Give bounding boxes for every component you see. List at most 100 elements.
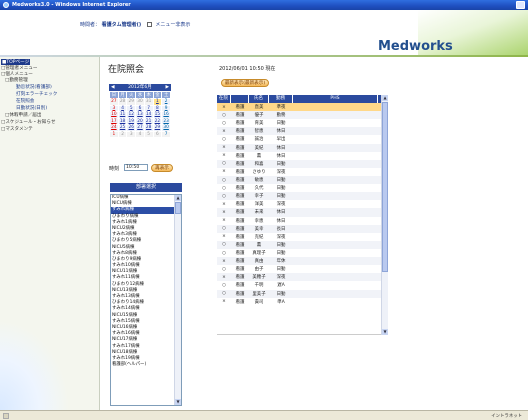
surname-cell: 看護: [235, 234, 245, 240]
table-scroll-down-icon[interactable]: ▼: [382, 329, 388, 335]
table-row[interactable]: ○ 看護 里美子 日勤: [217, 289, 388, 298]
time-input[interactable]: 10:50: [124, 164, 148, 171]
surname-cell: 看護: [235, 202, 245, 208]
next-month-icon[interactable]: ▶: [165, 84, 169, 91]
table-row[interactable]: × 看護 美紀 休日: [217, 143, 388, 152]
surname-cell: 看護: [235, 194, 245, 200]
calendar-day[interactable]: 6: [152, 130, 163, 138]
table-row[interactable]: × 看護 克紀 深夜: [217, 233, 388, 241]
shift-cell: 休日: [276, 145, 286, 151]
table-row[interactable]: ○ 看護 真理子 日勤: [217, 249, 388, 257]
scroll-up-icon[interactable]: ▲: [175, 195, 181, 201]
table-row[interactable]: ○ 看護 美幸 長日: [217, 224, 388, 233]
shift-cell: 準A: [277, 299, 285, 305]
presence-cell: ×: [222, 299, 226, 305]
presence-cell: ○: [222, 282, 226, 288]
ward-option[interactable]: 看護部(ヘルパー): [111, 362, 181, 368]
table-row[interactable]: × 看護 貴司 準A: [217, 298, 388, 306]
table-scroll-thumb[interactable]: [382, 102, 388, 272]
table-row[interactable]: ○ 看護 久代 日勤: [217, 184, 388, 192]
table-row[interactable]: ○ 看護 誠治 早出: [217, 135, 388, 143]
surname-cell: 看護: [235, 291, 245, 297]
table-scroll-up-icon[interactable]: ▲: [382, 95, 388, 101]
redisplay-button[interactable]: 再表示: [151, 164, 173, 172]
given-name-cell: 幸子: [254, 194, 264, 200]
surname-cell: 看護: [235, 145, 245, 151]
surname-cell: 看護: [235, 186, 245, 192]
table-row[interactable]: × 看護 さゆり 深夜: [217, 168, 388, 176]
col-phs: PHS: [293, 95, 378, 103]
shift-cell: 深夜: [276, 202, 286, 208]
calendar-header: ◀ 2012年6月 ▶: [109, 84, 171, 91]
shift-cell: 早出: [276, 137, 286, 143]
refresh-button[interactable]: 最新表示(最新表示): [221, 79, 269, 87]
given-name-cell: 未来: [254, 210, 264, 216]
sidebar-item-attendance-status[interactable]: 勤怠状況(看護部): [16, 84, 52, 90]
given-name-cell: 薫: [256, 242, 262, 248]
calendar-day[interactable]: 17: [109, 117, 119, 125]
weekday-header: 水: [135, 91, 145, 99]
table-row[interactable]: ○ 看護 幸子 日勤: [217, 192, 388, 201]
ward-list[interactable]: ICU病棟 NICU病棟 すみれ病棟 ひまわり病棟 すみれ1病棟 NICU2病棟 すみれ3病…: [110, 194, 182, 406]
sidebar-item-presence-inquiry[interactable]: 在院照会: [16, 98, 34, 104]
menu-toggle-label[interactable]: メニュー非表示: [155, 22, 190, 28]
table-row[interactable]: ○ 看護 育美 日勤: [217, 119, 388, 127]
sidebar-item-schedule[interactable]: □スケジュール・お知らせ: [1, 119, 55, 125]
table-row[interactable]: × 看護 智恵 休日: [217, 127, 388, 136]
sidebar-item-stamp-error-check[interactable]: 打刻エラーチェック: [16, 91, 57, 97]
sidebar-item-master[interactable]: □マスタメンテ: [1, 126, 33, 132]
surname-cell: 看護: [235, 129, 245, 135]
menu-toggle-checkbox[interactable]: [146, 22, 152, 27]
sidebar-item-attendance[interactable]: □勤務管理: [5, 77, 28, 83]
shift-cell: 日勤: [276, 251, 286, 257]
table-row[interactable]: × 看護 美穂子 深夜: [217, 273, 388, 282]
given-name-cell: 真理子: [252, 251, 266, 257]
shift-cell: 長日: [276, 226, 286, 232]
staff-table-body: × 看護 直美 準夜 ○ 看護 優子 勤務 ○ 看護 育美 日勤 × 看護 智恵 休日 ○ 看護 誠治 早出 × 看護 美紀…: [217, 103, 388, 335]
calendar-day[interactable]: 3: [126, 130, 137, 138]
table-row[interactable]: × 看護 幸恵 休日: [217, 217, 388, 225]
weekday-header: 土: [161, 91, 171, 99]
shift-cell: 日勤: [276, 186, 286, 192]
table-row[interactable]: × 看護 真由 年休: [217, 257, 388, 266]
presence-cell: ○: [222, 112, 226, 118]
table-row[interactable]: ○ 看護 由子 日勤: [217, 265, 388, 273]
table-row[interactable]: × 看護 洋美 深夜: [217, 200, 388, 208]
sidebar-item-leave-request[interactable]: □休暇申請／届出: [5, 112, 42, 118]
status-bar: イントラネット: [0, 410, 528, 420]
given-name-cell: 薫: [256, 153, 262, 159]
surname-cell: 看護: [235, 259, 245, 265]
calendar-day[interactable]: 2: [117, 130, 128, 138]
page-status-icon: [3, 413, 9, 419]
ward-scroll-thumb[interactable]: [175, 202, 181, 214]
shift-cell: 休日: [276, 210, 286, 216]
sidebar-item-daily-status[interactable]: 日勤状況(日別): [16, 105, 47, 111]
table-row[interactable]: ○ 看護 千明 遅A: [217, 281, 388, 289]
close-icon[interactable]: [516, 1, 525, 9]
scroll-down-icon[interactable]: ▼: [175, 399, 181, 405]
table-row[interactable]: × 看護 未来 休日: [217, 208, 388, 217]
shift-cell: 日勤: [276, 291, 286, 297]
presence-cell: ×: [222, 128, 226, 134]
presence-cell: ×: [222, 169, 226, 175]
table-row[interactable]: ○ 看護 薫 日勤: [217, 240, 388, 249]
staff-table-header: 在院 氏名 勤務 PHS: [217, 95, 388, 103]
table-row[interactable]: ○ 看護 和喜 日勤: [217, 159, 388, 168]
ward-list-scrollbar[interactable]: ▲ ▼: [174, 195, 181, 405]
weekday-header: 月: [117, 91, 128, 99]
table-row[interactable]: × 看護 薫 休日: [217, 152, 388, 160]
table-row[interactable]: ○ 看護 敏恵 日勤: [217, 175, 388, 185]
window-titlebar: Medworks3.0 - Windows Internet Explorer: [0, 0, 528, 10]
calendar-day[interactable]: 7: [161, 130, 171, 138]
staff-table-scrollbar[interactable]: ▲ ▼: [381, 95, 388, 335]
shift-cell: 日勤: [276, 194, 286, 200]
presence-cell: ×: [222, 145, 226, 151]
col-shift: 勤務: [269, 95, 293, 103]
calendar-day[interactable]: 4: [135, 130, 145, 138]
calendar-day[interactable]: 5: [143, 130, 154, 138]
table-row[interactable]: ○ 看護 優子 勤務: [217, 111, 388, 120]
table-row[interactable]: × 看護 直美 準夜: [217, 103, 388, 112]
prev-month-icon[interactable]: ◀: [111, 84, 115, 91]
calendar-day[interactable]: 1: [109, 130, 119, 138]
shift-cell: 日勤: [276, 161, 286, 167]
